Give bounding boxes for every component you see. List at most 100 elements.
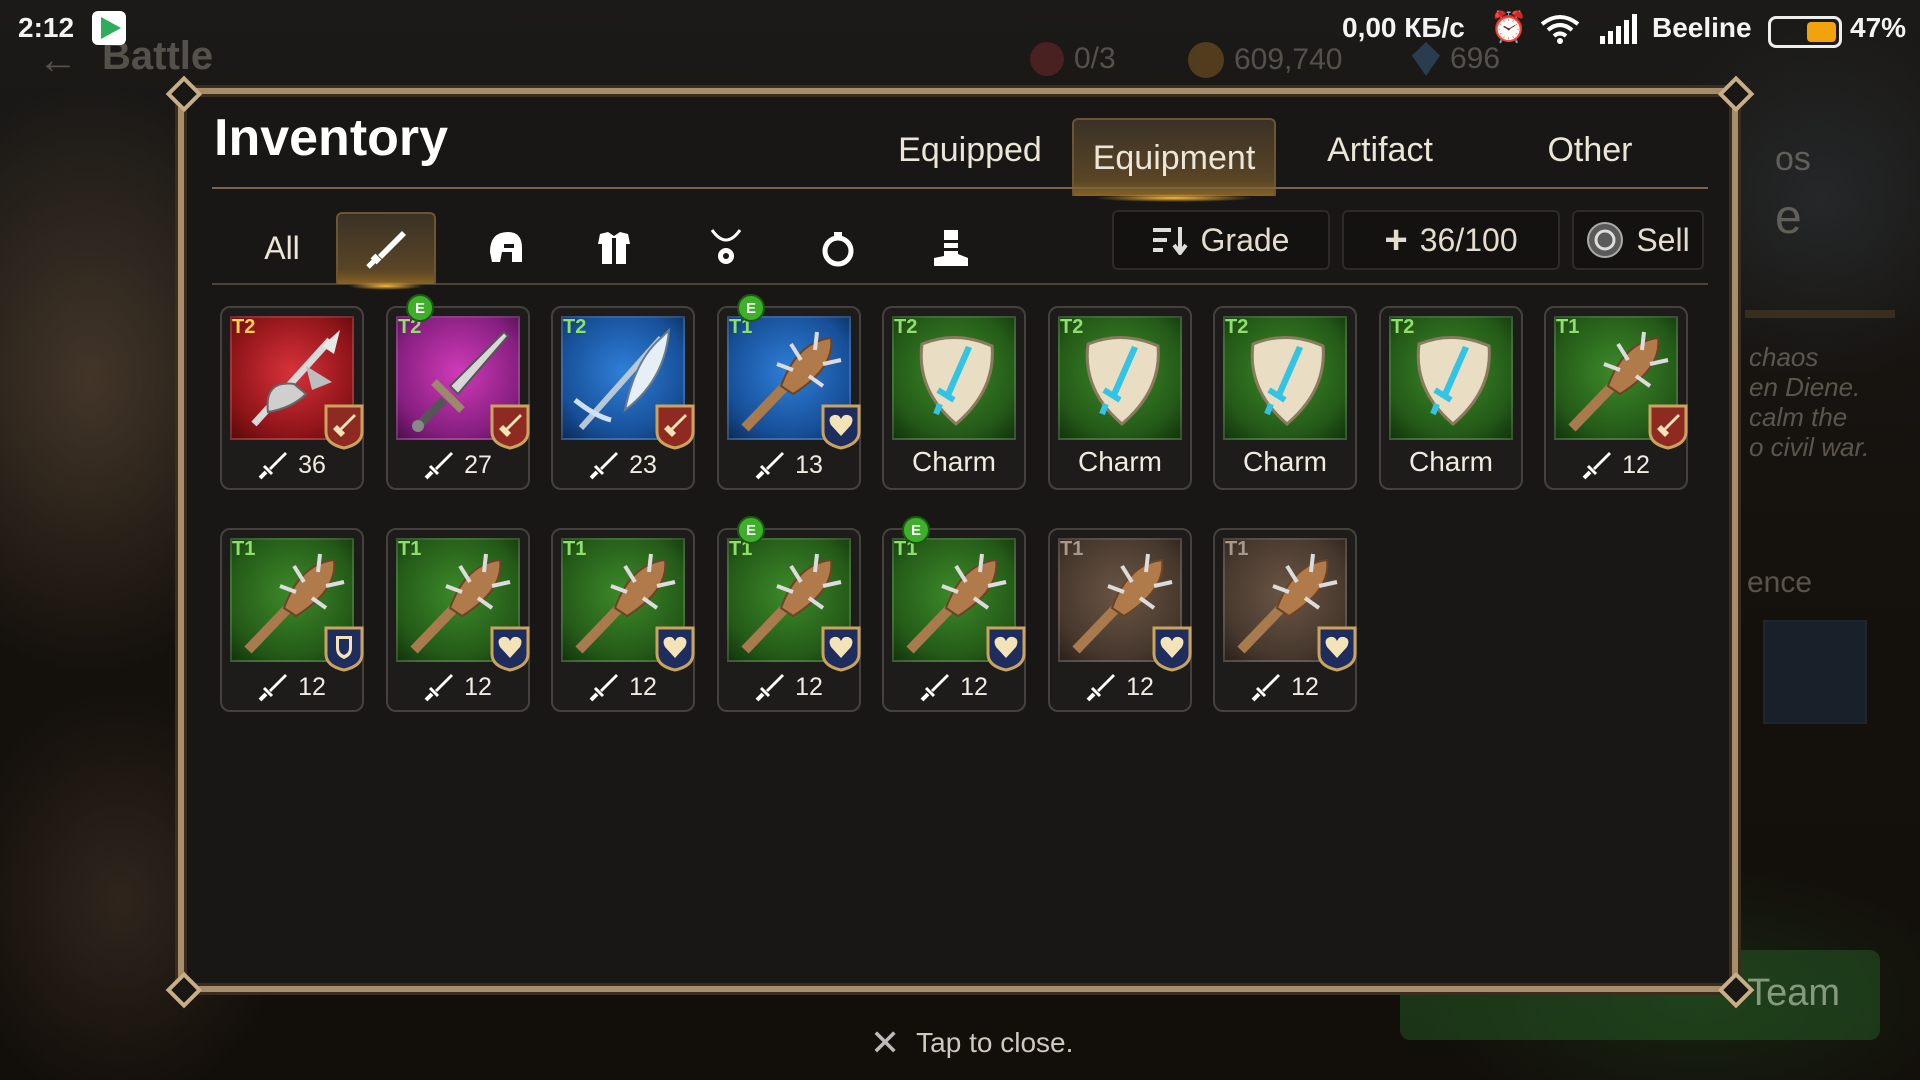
- item-tier: T2: [894, 316, 918, 338]
- filter-weapon[interactable]: [336, 212, 436, 290]
- carrier-name: Beeline: [1652, 12, 1752, 43]
- status-bar: 2:12 0,00 КБ/с ⏰ Beeline 47%: [0, 0, 1920, 58]
- filter-helmet[interactable]: [456, 212, 556, 284]
- item-attack-value: 12: [884, 672, 1024, 702]
- attack-value-text: 27: [464, 450, 492, 479]
- attack-stat-icon: [755, 674, 785, 702]
- attack-stat-icon: [589, 452, 619, 480]
- item-attack-value: 12: [1050, 672, 1190, 702]
- coin-icon: [1587, 222, 1624, 258]
- filter-all[interactable]: All: [232, 212, 332, 284]
- item-tier: T2: [1225, 316, 1249, 338]
- inventory-item-slot[interactable]: T1 12: [1048, 528, 1192, 712]
- item-name: Charm: [1077, 446, 1162, 477]
- divider: [1745, 310, 1895, 318]
- item-tier: T2: [232, 316, 256, 338]
- ring-icon: [822, 232, 854, 267]
- attack-value-text: 36: [298, 450, 326, 479]
- network-speed: 0,00 КБ/с: [1342, 12, 1465, 43]
- equipped-badge-icon: E: [737, 294, 765, 322]
- item-name: Charm: [1408, 446, 1493, 477]
- item-attack-value: 12: [388, 672, 528, 702]
- panel-heading-top: os: [1775, 140, 1811, 178]
- item-attack-value: 12: [222, 672, 362, 702]
- inventory-item-slot[interactable]: T1 12: [717, 528, 861, 712]
- necklace-icon: [710, 229, 742, 264]
- attack-stat-icon: [424, 674, 454, 702]
- shield-badge-icon: [324, 626, 364, 672]
- item-tier: T1: [1060, 538, 1084, 560]
- attack-value-text: 12: [1126, 672, 1154, 701]
- item-tier: T2: [1391, 316, 1415, 338]
- equipped-badge-icon: E: [902, 516, 930, 544]
- attack-badge-icon: [490, 404, 530, 450]
- item-attack-value: 27: [388, 450, 528, 480]
- inventory-item-slot[interactable]: T1 12: [882, 528, 1026, 712]
- tab-equipment[interactable]: Equipment: [1072, 118, 1276, 202]
- item-tier: T1: [1556, 316, 1580, 338]
- inventory-item-slot[interactable]: T1 12: [1213, 528, 1357, 712]
- section-label: ence: [1747, 566, 1813, 599]
- item-thumbnail: [1763, 620, 1867, 724]
- attack-stat-icon: [920, 674, 950, 702]
- inventory-item-slot[interactable]: T2 Charm: [1213, 306, 1357, 490]
- item-name: Charm: [911, 446, 996, 477]
- attack-badge-icon: [1648, 404, 1688, 450]
- inventory-item-slot[interactable]: T1 13: [717, 306, 861, 490]
- clock: 2:12: [18, 12, 75, 43]
- filter-ring[interactable]: [788, 212, 888, 284]
- attack-stat-icon: [424, 452, 454, 480]
- attack-value-text: 12: [1291, 672, 1319, 701]
- inventory-item-slot[interactable]: T1 12: [551, 528, 695, 712]
- inventory-title: Inventory: [214, 109, 449, 167]
- wifi-icon: [1540, 15, 1580, 44]
- item-attack-value: 13: [719, 450, 859, 480]
- hero-detail-panel: os e chaos en Diene. calm the o civil wa…: [1735, 140, 1920, 1050]
- signal-icon: [1600, 14, 1637, 44]
- plus-icon: +: [1384, 217, 1408, 262]
- attack-value-text: 12: [1622, 450, 1650, 479]
- attack-value-text: 12: [464, 672, 492, 701]
- inventory-item-slot[interactable]: T1 12: [386, 528, 530, 712]
- filter-armor[interactable]: [564, 212, 664, 284]
- attack-stat-icon: [1086, 674, 1116, 702]
- item-attack-value: 12: [1546, 450, 1686, 480]
- inventory-item-slot[interactable]: T1 12: [220, 528, 364, 712]
- inventory-item-slot[interactable]: T2 Charm: [882, 306, 1026, 490]
- item-tier: T1: [398, 538, 422, 560]
- sell-button[interactable]: Sell: [1572, 210, 1704, 270]
- close-hint[interactable]: ✕ Tap to close.: [870, 1022, 1073, 1064]
- attack-stat-icon: [1582, 452, 1612, 480]
- attack-stat-icon: [258, 452, 288, 480]
- filter-boots[interactable]: [900, 212, 1000, 284]
- sort-grade-button[interactable]: Grade: [1112, 210, 1330, 270]
- attack-value-text: 23: [629, 450, 657, 479]
- tab-artifact[interactable]: Artifact: [1290, 112, 1470, 188]
- item-tier: T2: [563, 316, 587, 338]
- helmet-icon: [490, 232, 522, 262]
- boots-icon: [934, 230, 968, 266]
- heart-badge-icon: [655, 626, 695, 672]
- close-icon: ✕: [870, 1022, 901, 1063]
- inventory-item-slot[interactable]: T2 Charm: [1379, 306, 1523, 490]
- tab-other[interactable]: Other: [1500, 112, 1680, 188]
- attack-stat-icon: [1251, 674, 1281, 702]
- inventory-item-slot[interactable]: T2 Charm: [1048, 306, 1192, 490]
- attack-value-text: 12: [298, 672, 326, 701]
- filter-necklace[interactable]: [676, 212, 776, 284]
- alarm-icon: ⏰: [1490, 11, 1528, 44]
- attack-value-text: 12: [795, 672, 823, 701]
- inventory-item-slot[interactable]: T1 12: [1544, 306, 1688, 490]
- heart-badge-icon: [821, 404, 861, 450]
- expand-capacity-button[interactable]: + 36/100: [1342, 210, 1560, 270]
- inventory-item-slot[interactable]: T2 36: [220, 306, 364, 490]
- item-name: Charm: [1242, 446, 1327, 477]
- item-attack-value: 23: [553, 450, 693, 480]
- inventory-item-slot[interactable]: T2 27: [386, 306, 530, 490]
- tab-equipped[interactable]: Equipped: [880, 112, 1060, 188]
- inventory-item-slot[interactable]: T2 23: [551, 306, 695, 490]
- attack-badge-icon: [655, 404, 695, 450]
- item-tier: T2: [1060, 316, 1084, 338]
- item-attack-value: 12: [719, 672, 859, 702]
- item-attack-value: 12: [553, 672, 693, 702]
